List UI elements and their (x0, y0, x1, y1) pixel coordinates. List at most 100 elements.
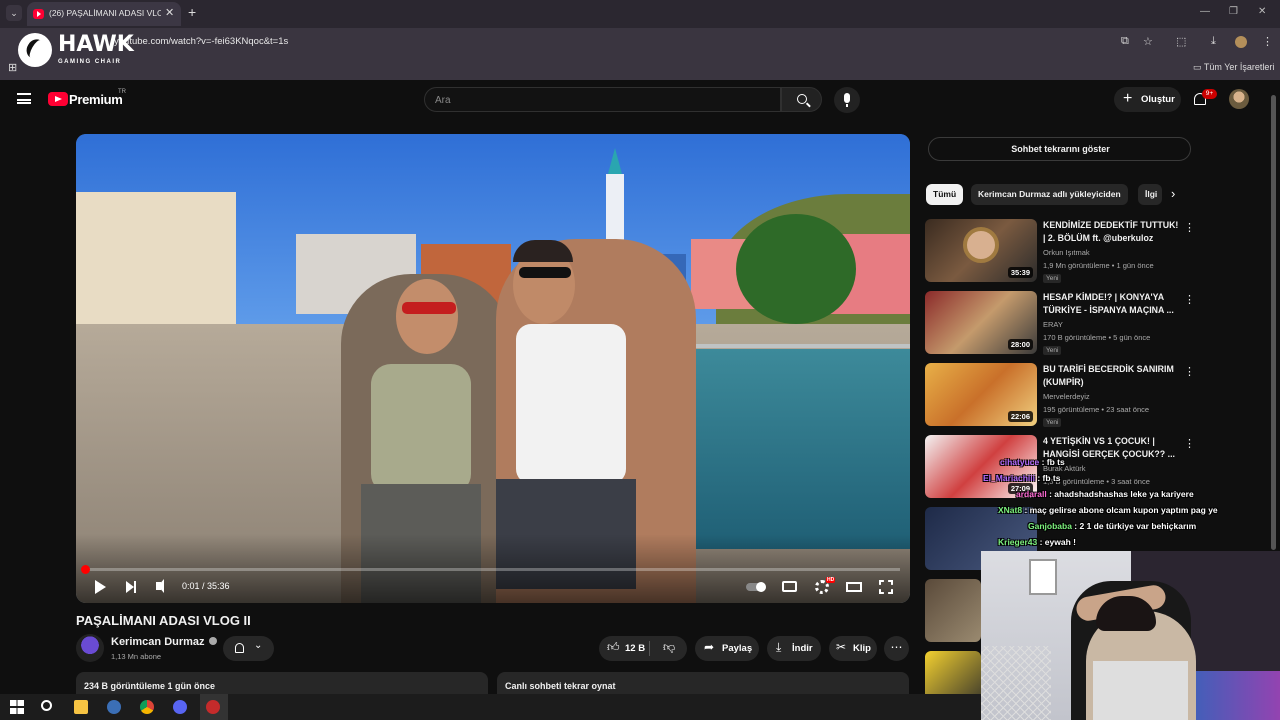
plus-icon: + (1123, 90, 1133, 107)
recommendation-menu-icon[interactable]: ⋮ (1184, 365, 1195, 378)
bookmark-star-icon[interactable]: ☆ (1143, 35, 1153, 48)
search-button[interactable] (781, 87, 822, 112)
channel-avatar[interactable] (76, 634, 104, 662)
progress-bar[interactable] (86, 568, 900, 571)
create-button[interactable]: + Oluştur (1114, 87, 1181, 112)
page-scrollbar[interactable] (1271, 95, 1276, 550)
window-close-icon[interactable]: ✕ (1258, 6, 1266, 17)
notification-count-badge: 9+ (1202, 89, 1217, 99)
tab-search-menu-icon[interactable]: ⌄ (6, 5, 22, 21)
recommendation-menu-icon[interactable]: ⋮ (1184, 437, 1195, 450)
chrome-icon[interactable] (140, 700, 154, 714)
microphone-icon (844, 93, 850, 107)
hamburger-menu-icon[interactable] (17, 93, 31, 104)
youtube-premium-wordmark[interactable]: Premium (69, 92, 123, 107)
share-label: Paylaş (722, 643, 753, 654)
webcam-net (981, 646, 1051, 720)
recommendation-title[interactable]: KENDİMİZE DEDEKTİF TUTTUK! | 2. BÖLÜM ft… (1043, 219, 1181, 245)
recommendation-title[interactable]: HESAP KİMDE!? | KONYA'YA TÜRKİYE - İSPAN… (1043, 291, 1181, 317)
recommendation-item[interactable]: 22:06 BU TARİFİ BECERDİK SANIRIM (KUMPİR… (925, 363, 1195, 431)
profile-avatar[interactable] (1235, 36, 1247, 48)
youtube-logo-icon[interactable] (48, 92, 68, 106)
recommendation-item[interactable]: 28:00 HESAP KİMDE!? | KONYA'YA TÜRKİYE -… (925, 291, 1195, 359)
browser-tab-bar: ⌄ (26) PAŞALİMANI ADASI VLOG II ✕ + — ❐ … (0, 0, 1280, 28)
all-bookmarks-folder[interactable]: ▭ Tüm Yer İşaretleri (1193, 62, 1274, 73)
obs-icon[interactable] (206, 700, 220, 714)
webcam-shirt (1093, 661, 1188, 720)
windows-start-icon[interactable] (10, 700, 24, 714)
url-field[interactable]: youtube.com/watch?v=-fei63KNqoc&t=1s (114, 36, 288, 47)
volume-icon[interactable] (156, 579, 164, 593)
file-explorer-icon[interactable] (74, 700, 88, 714)
recommendation-thumbnail[interactable]: 22:06 (925, 363, 1037, 426)
youtube-header: Premium TR + Oluştur 9+ (0, 80, 1280, 120)
recommendation-item[interactable]: 35:39 KENDİMİZE DEDEKTİF TUTTUK! | 2. BÖ… (925, 219, 1195, 287)
recommendation-menu-icon[interactable]: ⋮ (1184, 293, 1195, 306)
tab-close-icon[interactable]: ✕ (165, 6, 174, 19)
tab-title: (26) PAŞALİMANI ADASI VLOG II (49, 8, 161, 18)
create-label: Oluştur (1141, 94, 1175, 105)
share-button[interactable]: ➦ Paylaş (695, 636, 759, 661)
magnifier-thumbnail-graphic (963, 227, 999, 263)
next-video-icon[interactable] (126, 581, 136, 593)
download-button[interactable]: ⤓ İndir (767, 636, 821, 661)
recommendation-thumbnail[interactable]: 28:00 (925, 291, 1037, 354)
progress-scrubber[interactable] (81, 565, 90, 574)
recommendation-channel[interactable]: ERAY (1043, 320, 1063, 329)
taskbar-search-icon[interactable] (41, 700, 52, 711)
browser-tab-active[interactable]: (26) PAŞALİMANI ADASI VLOG II ✕ (27, 2, 181, 26)
hawk-emblem-icon (18, 33, 52, 67)
theater-mode-icon[interactable] (846, 582, 862, 592)
recommendation-title[interactable]: BU TARİFİ BECERDİK SANIRIM (KUMPİR) (1043, 363, 1181, 389)
bookmarks-bar: ⊞ ▭ Tüm Yer İşaretleri (0, 55, 1280, 80)
voice-search-button[interactable] (834, 87, 860, 113)
chat-text: fb ts (1046, 457, 1065, 467)
all-bookmarks-label: Tüm Yer İşaretleri (1203, 62, 1275, 72)
subtitles-icon[interactable] (782, 581, 797, 592)
channel-name[interactable]: Kerimcan Durmaz (111, 636, 205, 648)
recommendation-thumbnail[interactable] (925, 579, 981, 642)
more-actions-icon[interactable]: ⋯ (884, 636, 909, 661)
extensions-icon[interactable]: ⬚ (1176, 35, 1186, 48)
chevron-right-icon[interactable]: › (1171, 186, 1175, 201)
clip-button[interactable]: ✂ Klip (829, 636, 877, 661)
recommendation-meta: 170 B görüntüleme • 5 gün önce (1043, 333, 1151, 342)
apps-grid-icon[interactable]: ⊞ (8, 61, 17, 74)
show-chat-replay-label: Sohbet tekrarını göster (1011, 144, 1110, 154)
chip-from-uploader[interactable]: Kerimcan Durmaz adlı yükleyiciden (971, 184, 1128, 205)
minimize-icon[interactable]: — (1200, 6, 1210, 17)
channel-name-container[interactable]: Kerimcan Durmaz (111, 636, 217, 648)
video-frame-tree (736, 214, 856, 324)
video-player[interactable]: 0:01 / 35:36 HD (76, 134, 910, 603)
play-icon[interactable] (95, 580, 106, 594)
scissors-icon: ✂ (836, 640, 847, 654)
discord-icon[interactable] (173, 700, 187, 714)
dislike-thumb-icon[interactable]: 👎︎ (663, 640, 675, 655)
download-arrow-icon: ⤓ (776, 640, 782, 654)
recommendation-channel[interactable]: Orkun Işıtmak (1043, 248, 1090, 257)
chat-text: fb ts (1042, 473, 1061, 483)
recommendation-thumbnail[interactable]: 35:39 (925, 219, 1037, 282)
restore-icon[interactable]: ❐ (1229, 6, 1238, 17)
chip-all[interactable]: Tümü (926, 184, 964, 205)
recommendation-item[interactable] (925, 579, 981, 647)
browser-menu-icon[interactable]: ⋮ (1262, 35, 1273, 48)
account-avatar[interactable] (1229, 89, 1249, 109)
chat-message: cihatyuce : fb ts (1000, 457, 1065, 467)
like-count[interactable]: 12 B (625, 643, 645, 654)
subscribed-notifications-button[interactable]: ⌄ (223, 636, 274, 661)
search-input[interactable] (435, 92, 765, 108)
live-chat-replay-label: Canlı sohbeti tekrar oynat (505, 681, 616, 691)
cast-icon[interactable]: ⧉ (1121, 35, 1129, 48)
download-icon[interactable]: ⤓ (1211, 35, 1216, 48)
video-frame-tank-top (516, 324, 626, 484)
show-chat-replay-button[interactable]: Sohbet tekrarını göster (928, 137, 1191, 161)
taskbar-app-icon[interactable] (107, 700, 121, 714)
chip-related[interactable]: İlgi (1138, 184, 1162, 205)
folder-icon: ▭ (1193, 62, 1202, 72)
like-thumb-icon[interactable]: 👍︎ (607, 640, 620, 655)
recommendation-menu-icon[interactable]: ⋮ (1184, 221, 1195, 234)
new-tab-icon[interactable]: + (188, 4, 196, 20)
autoplay-toggle[interactable] (746, 582, 766, 592)
recommendation-channel[interactable]: Mervelerdeyiz (1043, 392, 1090, 401)
